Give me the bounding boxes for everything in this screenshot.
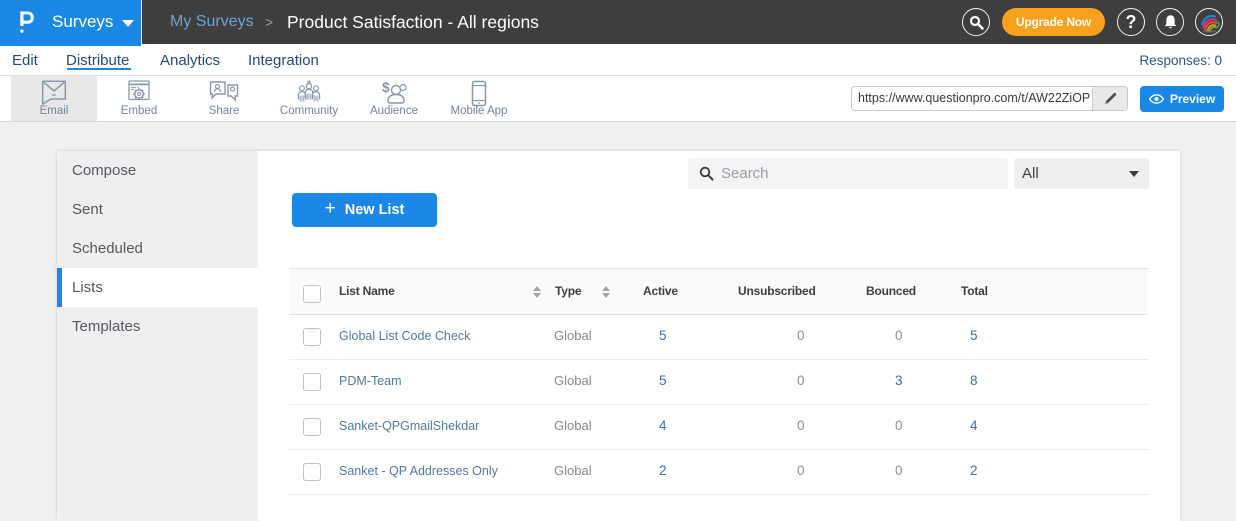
svg-text:$: $ bbox=[382, 80, 390, 95]
